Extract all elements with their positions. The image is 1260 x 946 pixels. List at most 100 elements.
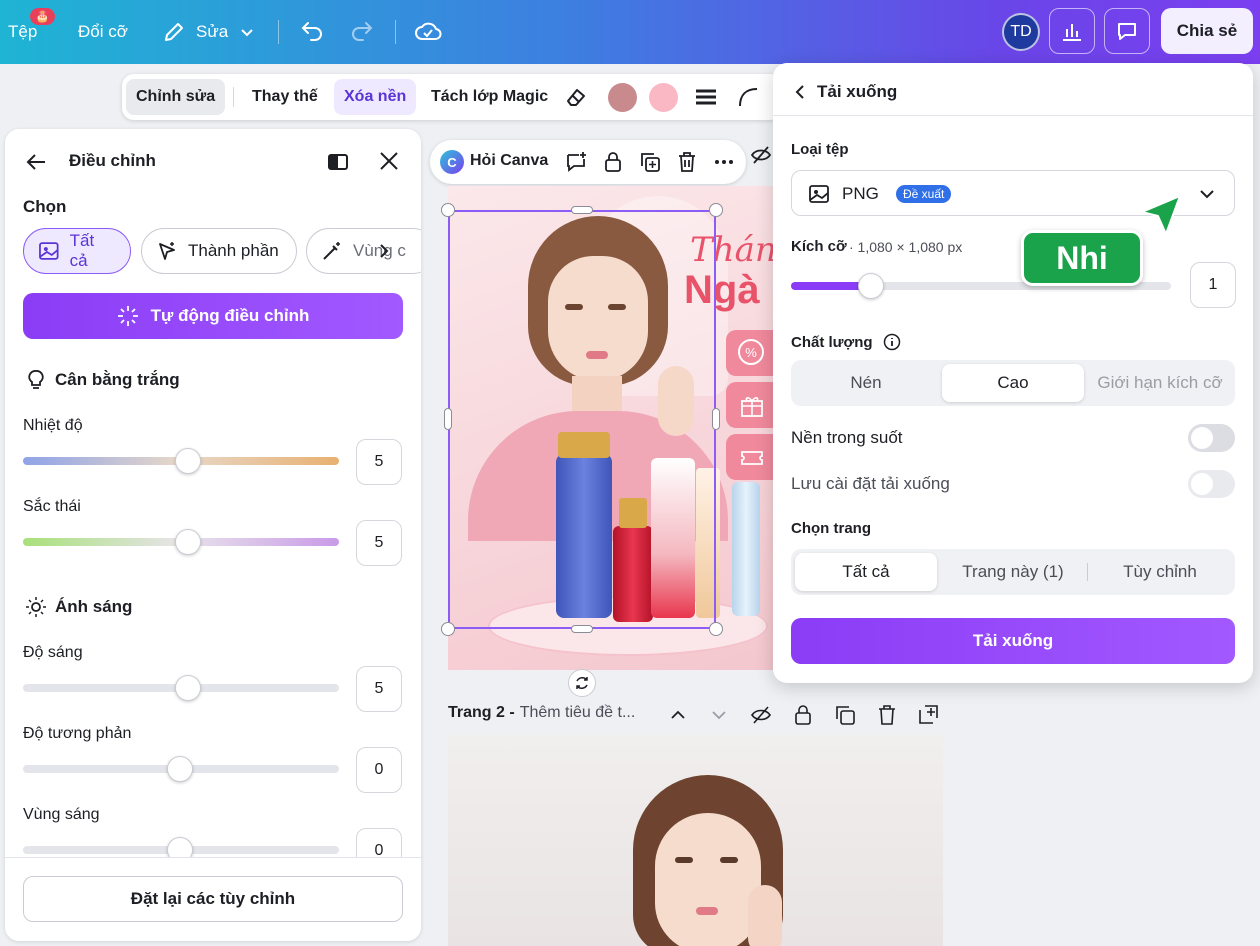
light-title: Ánh sáng	[55, 597, 133, 616]
trash-icon[interactable]	[876, 704, 898, 726]
color-swatch[interactable]	[608, 83, 637, 112]
slider-thumb[interactable]	[175, 529, 201, 555]
slider-thumb[interactable]	[167, 756, 193, 782]
chevron-up-icon[interactable]	[668, 705, 688, 725]
replace-button[interactable]: Thay thế	[242, 79, 328, 115]
undo-icon[interactable]	[296, 16, 328, 48]
download-title: Tải xuống	[817, 82, 898, 101]
quality-high[interactable]: Cao	[942, 364, 1084, 402]
resize-handle[interactable]	[441, 622, 455, 636]
resize-handle[interactable]	[571, 206, 593, 214]
compare-icon[interactable]	[326, 150, 350, 174]
add-page-icon[interactable]	[917, 704, 939, 726]
tint-slider[interactable]	[23, 529, 339, 555]
select-pages-label: Chọn trang	[791, 520, 871, 537]
share-button[interactable]: Chia sẻ	[1161, 8, 1253, 54]
info-icon[interactable]	[883, 333, 901, 351]
quality-label-row: Chất lượng	[791, 333, 901, 351]
resize-handle[interactable]	[571, 625, 593, 633]
divider	[395, 20, 396, 44]
highlights-slider[interactable]	[23, 837, 339, 863]
color-swatch[interactable]	[649, 83, 678, 112]
resize-label: Đổi cỡ	[78, 22, 128, 41]
resize-handle[interactable]	[709, 622, 723, 636]
ask-canva-button[interactable]: Hỏi Canva	[470, 152, 548, 170]
reset-adjustments-button[interactable]: Đặt lại các tùy chỉnh	[23, 876, 403, 922]
chip-elements-label: Thành phần	[188, 241, 279, 260]
redo-icon[interactable]	[346, 16, 378, 48]
tint-value[interactable]: 5	[356, 520, 402, 566]
pages-custom[interactable]: Tùy chỉnh	[1089, 553, 1231, 591]
trash-icon[interactable]	[675, 150, 699, 174]
temperature-label: Nhiệt độ	[23, 417, 83, 434]
back-chevron-icon[interactable]	[791, 83, 809, 101]
contrast-value[interactable]: 0	[356, 747, 402, 793]
temperature-slider[interactable]	[23, 448, 339, 474]
pencil-icon	[165, 23, 183, 41]
comments-button[interactable]	[1104, 8, 1150, 54]
page-2-title-input[interactable]: Thêm tiêu đề t...	[520, 704, 636, 722]
duplicate-icon[interactable]	[834, 704, 856, 726]
chip-elements[interactable]: Thành phần	[141, 228, 297, 274]
duplicate-icon[interactable]	[638, 150, 662, 174]
divider	[278, 20, 279, 44]
auto-adjust-button[interactable]: Tự động điều chỉnh	[23, 293, 403, 339]
close-icon[interactable]	[378, 150, 400, 172]
chevron-down-icon	[241, 29, 253, 37]
pages-all[interactable]: Tất cả	[795, 553, 937, 591]
hide-icon[interactable]	[750, 704, 772, 726]
sparkle-cursor-icon	[159, 242, 175, 260]
quality-limit-size[interactable]: Giới hạn kích cỡ	[1089, 364, 1231, 402]
hide-icon[interactable]	[750, 144, 772, 166]
lock-icon[interactable]	[601, 150, 625, 174]
remove-background-button[interactable]: Xóa nền	[334, 79, 417, 115]
edit-mode-button[interactable]: Sửa	[162, 0, 256, 64]
resize-handle[interactable]	[709, 203, 723, 217]
chip-all-label: Tất cả	[69, 231, 95, 270]
resize-handle[interactable]	[444, 408, 452, 430]
avatar[interactable]: TD	[1002, 13, 1040, 51]
magic-grab-button[interactable]: Tách lớp Magic	[421, 79, 558, 115]
page-2-header: Trang 2 - Thêm tiêu đề t...	[448, 704, 635, 722]
size-value[interactable]: 1	[1190, 262, 1236, 308]
chip-all[interactable]: Tất cả	[23, 228, 131, 274]
pages-current[interactable]: Trang này (1)	[942, 553, 1084, 591]
divider	[5, 857, 421, 858]
chip-region[interactable]: Vùng c	[306, 228, 421, 274]
resize-handle[interactable]	[712, 408, 720, 430]
save-settings-toggle[interactable]	[1188, 470, 1235, 498]
gift-tile	[726, 382, 774, 428]
download-button[interactable]: Tải xuống	[791, 618, 1235, 664]
rotate-icon[interactable]	[568, 669, 596, 697]
divider	[1087, 563, 1088, 581]
slider-thumb[interactable]	[175, 448, 201, 474]
lock-icon[interactable]	[792, 704, 814, 726]
birthday-badge: 🎂	[30, 8, 55, 25]
back-arrow-icon[interactable]	[25, 151, 47, 173]
light-heading: Ánh sáng	[25, 596, 132, 618]
cloud-saved-icon[interactable]	[412, 16, 444, 48]
slider-thumb[interactable]	[175, 675, 201, 701]
quality-compressed[interactable]: Nén	[795, 364, 937, 402]
slider-thumb[interactable]	[857, 273, 884, 299]
temperature-value[interactable]: 5	[356, 439, 402, 485]
percent-icon: %	[738, 339, 764, 365]
eraser-icon[interactable]	[558, 79, 594, 115]
transparent-bg-toggle[interactable]	[1188, 424, 1235, 452]
analytics-button[interactable]	[1049, 8, 1095, 54]
resize-button[interactable]: Đổi cỡ	[78, 0, 128, 64]
chevron-down-icon[interactable]	[709, 705, 729, 725]
download-panel: Tải xuống Loại tệp PNG Đề xuất Kích cỡ ·…	[773, 63, 1253, 683]
brightness-slider[interactable]	[23, 675, 339, 701]
edit-image-button[interactable]: Chỉnh sửa	[126, 79, 226, 115]
design-page-2[interactable]	[448, 735, 943, 946]
discount-tile: %	[726, 330, 774, 376]
contrast-slider[interactable]	[23, 756, 339, 782]
resize-handle[interactable]	[441, 203, 455, 217]
border-style-icon[interactable]	[688, 79, 724, 115]
comment-add-icon[interactable]	[564, 150, 588, 174]
corner-rounding-icon[interactable]	[730, 79, 766, 115]
brightness-value[interactable]: 5	[356, 666, 402, 712]
chevron-right-icon[interactable]	[375, 242, 393, 260]
more-options-icon[interactable]	[712, 150, 736, 174]
